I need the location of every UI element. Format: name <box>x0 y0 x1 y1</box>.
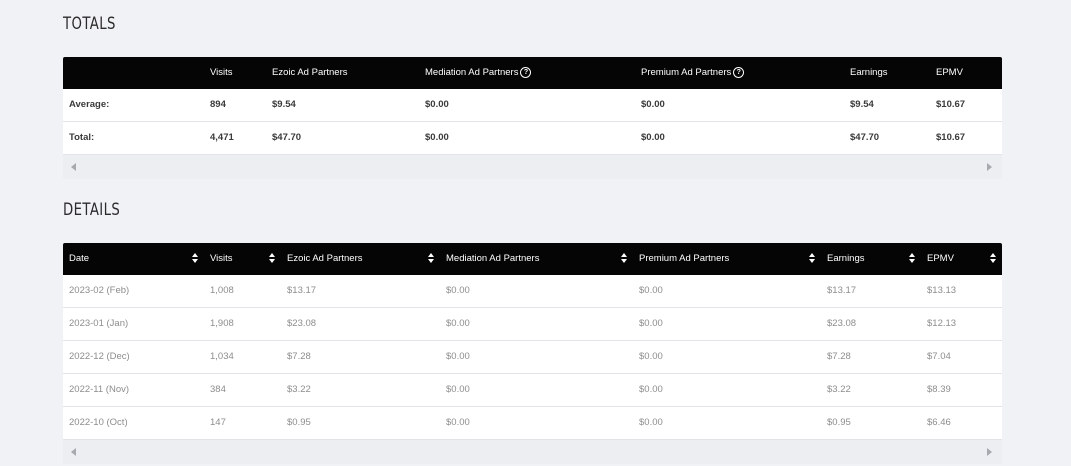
scroll-right-arrow-icon[interactable] <box>987 163 992 171</box>
table-cell: $7.28 <box>287 351 311 362</box>
table-cell: $13.13 <box>927 285 957 296</box>
table-cell: $10.67 <box>936 132 966 143</box>
table-cell: 2023-02 (Feb) <box>69 285 130 296</box>
table-cell: $47.70 <box>850 132 880 143</box>
table-cell: $0.95 <box>287 417 311 428</box>
totals-title: TOTALS <box>63 14 116 34</box>
sort-icon[interactable] <box>621 252 628 266</box>
table-cell: $0.00 <box>639 318 663 329</box>
table-cell: 1,908 <box>210 318 234 329</box>
table-cell: $13.17 <box>827 285 857 296</box>
table-cell: $0.00 <box>639 384 663 395</box>
totals-table-body: Average: 894 $9.54 $0.00 $0.00 $9.54 $10… <box>63 89 1002 155</box>
table-cell: 894 <box>210 99 226 110</box>
question-circle-icon[interactable]: ? <box>520 66 532 78</box>
table-cell: $0.00 <box>446 285 470 296</box>
details-col-mediation[interactable]: Mediation Ad Partners <box>446 243 539 275</box>
table-cell: $7.28 <box>827 351 851 362</box>
details-table-header: Date Visits Ezoic Ad Partners Mediation … <box>63 243 1002 275</box>
table-cell: $9.54 <box>272 99 296 110</box>
sort-icon[interactable] <box>269 252 276 266</box>
table-cell: 2023-01 (Jan) <box>69 318 129 329</box>
details-col-date[interactable]: Date <box>69 243 89 275</box>
table-row: 2023-01 (Jan) 1,908 $23.08 $0.00 $0.00 $… <box>63 308 1002 341</box>
table-cell: 4,471 <box>210 132 234 143</box>
table-cell: $9.54 <box>850 99 874 110</box>
totals-col-premium: Premium Ad Partners? <box>641 57 745 89</box>
table-cell: 1,008 <box>210 285 234 296</box>
table-cell: $47.70 <box>272 132 302 143</box>
table-cell: $3.22 <box>287 384 311 395</box>
table-cell: $0.00 <box>425 132 449 143</box>
sort-icon[interactable] <box>192 252 199 266</box>
table-cell: $0.00 <box>446 384 470 395</box>
details-title: DETAILS <box>63 200 121 220</box>
table-cell: 2022-10 (Oct) <box>69 417 128 428</box>
table-cell: $13.17 <box>287 285 317 296</box>
details-table: Date Visits Ezoic Ad Partners Mediation … <box>63 243 1002 464</box>
horizontal-scrollbar[interactable] <box>63 155 1002 179</box>
horizontal-scrollbar[interactable] <box>63 440 1002 464</box>
table-cell: $23.08 <box>827 318 857 329</box>
table-row: Average: 894 $9.54 $0.00 $0.00 $9.54 $10… <box>63 89 1002 122</box>
question-circle-icon[interactable]: ? <box>733 66 745 78</box>
scroll-left-arrow-icon[interactable] <box>71 448 76 456</box>
table-cell: 2022-11 (Nov) <box>69 384 130 395</box>
table-cell: $0.00 <box>425 99 449 110</box>
table-cell: Total: <box>69 132 95 143</box>
table-row: Total: 4,471 $47.70 $0.00 $0.00 $47.70 $… <box>63 122 1002 155</box>
details-col-visits[interactable]: Visits <box>210 243 233 275</box>
table-cell: $0.00 <box>446 417 470 428</box>
totals-col-earnings: Earnings <box>850 67 888 78</box>
table-cell: $7.04 <box>927 351 951 362</box>
table-cell: $23.08 <box>287 318 317 329</box>
table-cell: $0.00 <box>639 351 663 362</box>
table-cell: $0.00 <box>639 285 663 296</box>
sort-icon[interactable] <box>809 252 816 266</box>
table-cell: $8.39 <box>927 384 951 395</box>
table-cell: $0.00 <box>446 351 470 362</box>
table-cell: 2022-12 (Dec) <box>69 351 130 362</box>
totals-table: Visits Ezoic Ad Partners Mediation Ad Pa… <box>63 57 1002 179</box>
table-cell: $12.13 <box>927 318 957 329</box>
table-cell: 384 <box>210 384 226 395</box>
table-cell: $10.67 <box>936 99 966 110</box>
table-cell: $0.95 <box>827 417 851 428</box>
totals-col-ezoic: Ezoic Ad Partners <box>272 67 348 78</box>
sort-icon[interactable] <box>909 252 916 266</box>
table-row: 2022-11 (Nov) 384 $3.22 $0.00 $0.00 $3.2… <box>63 374 1002 407</box>
table-row: 2023-02 (Feb) 1,008 $13.17 $0.00 $0.00 $… <box>63 275 1002 308</box>
details-col-earnings[interactable]: Earnings <box>827 243 865 275</box>
sort-icon[interactable] <box>990 252 997 266</box>
table-cell: $0.00 <box>639 417 663 428</box>
table-row: 2022-12 (Dec) 1,034 $7.28 $0.00 $0.00 $7… <box>63 341 1002 374</box>
details-col-premium[interactable]: Premium Ad Partners <box>639 243 729 275</box>
table-cell: 147 <box>210 417 226 428</box>
totals-col-mediation: Mediation Ad Partners? <box>425 57 532 89</box>
table-cell: $3.22 <box>827 384 851 395</box>
details-col-epmv[interactable]: EPMV <box>927 243 954 275</box>
totals-table-header: Visits Ezoic Ad Partners Mediation Ad Pa… <box>63 57 1002 89</box>
totals-col-visits: Visits <box>210 67 233 78</box>
totals-col-epmv: EPMV <box>936 67 963 78</box>
table-cell: 1,034 <box>210 351 234 362</box>
table-row: 2022-10 (Oct) 147 $0.95 $0.00 $0.00 $0.9… <box>63 407 1002 440</box>
details-col-ezoic[interactable]: Ezoic Ad Partners <box>287 243 363 275</box>
table-cell: $0.00 <box>446 318 470 329</box>
scroll-left-arrow-icon[interactable] <box>71 163 76 171</box>
table-cell: Average: <box>69 99 110 110</box>
details-table-body: 2023-02 (Feb) 1,008 $13.17 $0.00 $0.00 $… <box>63 275 1002 440</box>
sort-icon[interactable] <box>428 252 435 266</box>
table-cell: $0.00 <box>641 99 665 110</box>
table-cell: $0.00 <box>641 132 665 143</box>
table-cell: $6.46 <box>927 417 951 428</box>
scroll-right-arrow-icon[interactable] <box>987 448 992 456</box>
